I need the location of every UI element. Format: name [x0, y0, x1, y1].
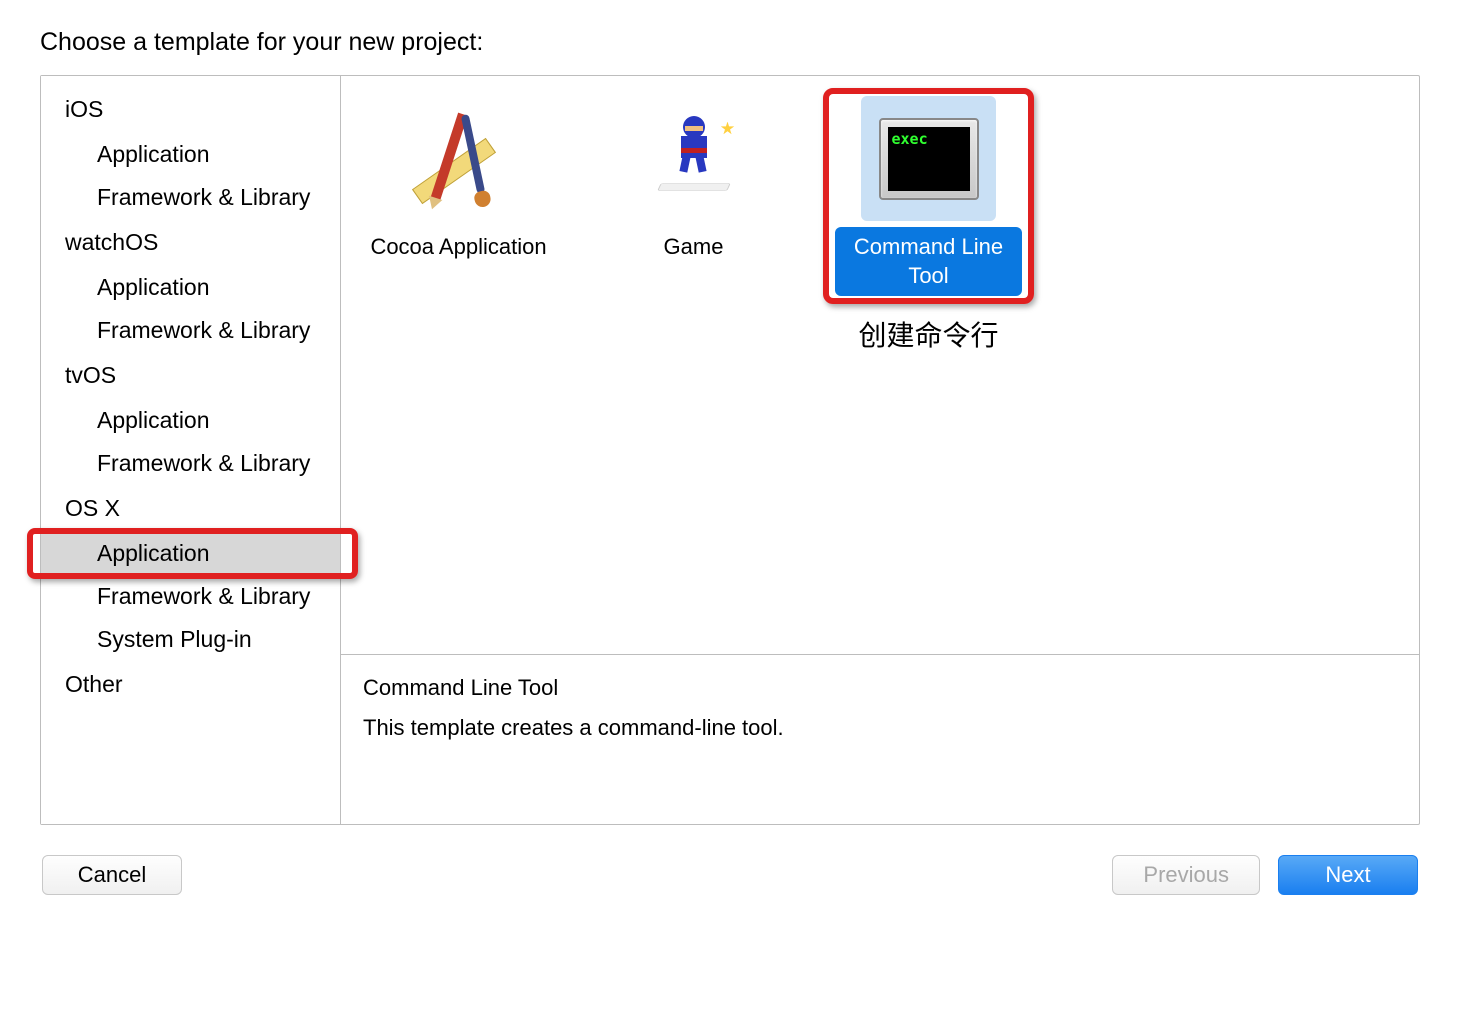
cocoa-app-icon [391, 96, 526, 221]
sidebar-item-tvos-application[interactable]: Application [41, 399, 340, 442]
game-icon [626, 96, 761, 221]
sidebar-category-other[interactable]: Other [41, 661, 340, 708]
sidebar-category-tvos[interactable]: tvOS [41, 352, 340, 399]
sidebar-category-watchos[interactable]: watchOS [41, 219, 340, 266]
next-button[interactable]: Next [1278, 855, 1418, 895]
template-label: Game [596, 227, 791, 268]
description-text: This template creates a command-line too… [363, 715, 1397, 741]
sidebar-item-tvos-framework[interactable]: Framework & Library [41, 442, 340, 485]
template-label: Command Line Tool [835, 227, 1022, 296]
templates-grid: Cocoa Application [341, 76, 1419, 654]
main-pane: Cocoa Application [341, 76, 1419, 824]
previous-button[interactable]: Previous [1112, 855, 1260, 895]
sidebar-category-ios[interactable]: iOS [41, 86, 340, 133]
sidebar: iOS Application Framework & Library watc… [41, 76, 341, 824]
description-pane: Command Line Tool This template creates … [341, 654, 1419, 824]
command-line-tool-icon [861, 96, 996, 221]
dialog-title: Choose a template for your new project: [40, 28, 1420, 57]
template-cocoa-application[interactable]: Cocoa Application [361, 96, 556, 268]
sidebar-item-osx-application[interactable]: Application [41, 532, 340, 575]
sidebar-item-ios-framework[interactable]: Framework & Library [41, 176, 340, 219]
content-panel: iOS Application Framework & Library watc… [40, 75, 1420, 825]
sidebar-category-osx[interactable]: OS X [41, 485, 340, 532]
sidebar-item-ios-application[interactable]: Application [41, 133, 340, 176]
template-label: Cocoa Application [361, 227, 556, 268]
annotation-text: 创建命令行 [831, 314, 1026, 354]
sidebar-item-osx-plugin[interactable]: System Plug-in [41, 618, 340, 661]
template-command-line-tool[interactable]: Command Line Tool 创建命令行 [831, 96, 1026, 354]
description-title: Command Line Tool [363, 675, 1397, 701]
cancel-button[interactable]: Cancel [42, 855, 182, 895]
button-bar: Cancel Previous Next [40, 855, 1420, 895]
sidebar-item-watchos-framework[interactable]: Framework & Library [41, 309, 340, 352]
sidebar-item-label: Application [97, 540, 210, 566]
sidebar-item-osx-framework[interactable]: Framework & Library [41, 575, 340, 618]
sidebar-item-watchos-application[interactable]: Application [41, 266, 340, 309]
template-game[interactable]: Game [596, 96, 791, 268]
new-project-dialog: Choose a template for your new project: … [0, 0, 1460, 925]
